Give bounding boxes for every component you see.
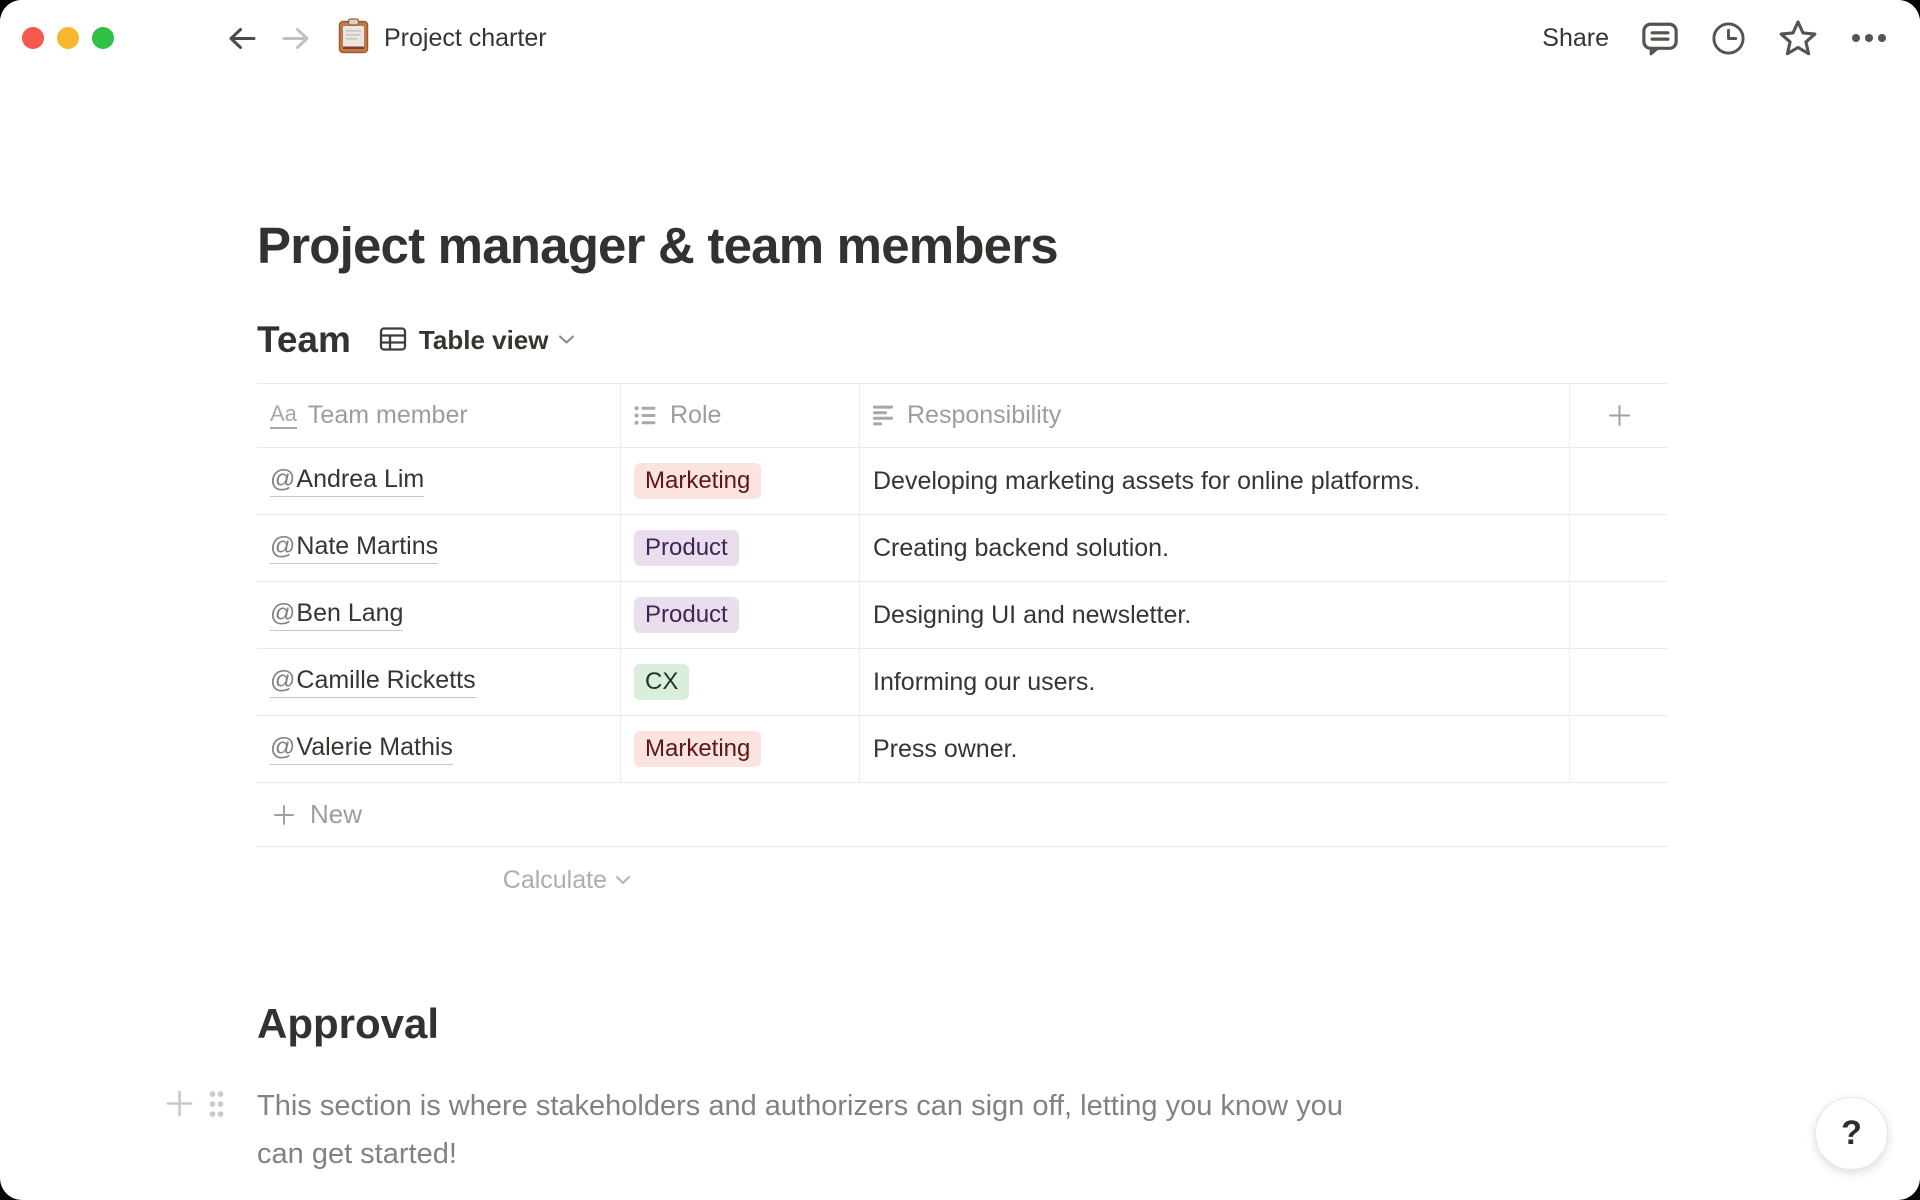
- responsibility-cell[interactable]: Creating backend solution.: [860, 515, 1570, 581]
- responsibility-cell[interactable]: Press owner.: [860, 716, 1570, 782]
- person-mention[interactable]: @ Camille Ricketts: [270, 666, 476, 698]
- forward-arrow-icon[interactable]: [279, 23, 312, 54]
- new-row-button[interactable]: New: [257, 783, 1668, 847]
- member-name: Nate Martins: [296, 532, 439, 560]
- person-mention[interactable]: @ Andrea Lim: [270, 465, 425, 497]
- titlebar-actions: Share: [1542, 19, 1888, 57]
- at-sign: @: [270, 733, 296, 761]
- clipboard-icon: [338, 17, 369, 59]
- approval-paragraph[interactable]: This section is where stakeholders and a…: [257, 1082, 1372, 1178]
- add-column-button[interactable]: [1570, 384, 1668, 447]
- table-row: @ Nate Martins Product Creating backend s…: [257, 515, 1668, 582]
- chevron-down-icon: [558, 333, 575, 348]
- member-name: Valerie Mathis: [296, 733, 453, 761]
- title-property-icon: Aa: [270, 402, 297, 429]
- approval-heading[interactable]: Approval: [257, 1000, 439, 1048]
- favorite-star-icon[interactable]: [1778, 19, 1818, 57]
- table-grid-icon: [379, 326, 407, 355]
- column-label: Responsibility: [907, 401, 1062, 429]
- table-row: @ Andrea Lim Marketing Developing marketi…: [257, 448, 1668, 515]
- column-header-responsibility[interactable]: Responsibility: [860, 384, 1570, 447]
- role-cell[interactable]: Marketing: [621, 448, 860, 514]
- person-mention[interactable]: @ Nate Martins: [270, 532, 439, 564]
- at-sign: @: [270, 532, 296, 560]
- team-member-cell[interactable]: @ Valerie Mathis: [257, 716, 621, 782]
- select-property-icon: [634, 405, 659, 426]
- table-row: @ Ben Lang Product Designing UI and newsl…: [257, 582, 1668, 649]
- member-name: Camille Ricketts: [296, 666, 476, 694]
- plus-icon: [274, 804, 294, 825]
- plus-icon: [1608, 405, 1630, 426]
- help-button[interactable]: ?: [1815, 1097, 1888, 1170]
- empty-cell: [1570, 649, 1668, 715]
- role-tag[interactable]: Marketing: [634, 731, 762, 767]
- empty-cell: [1570, 716, 1668, 782]
- responsibility-cell[interactable]: Designing UI and newsletter.: [860, 582, 1570, 648]
- person-mention[interactable]: @ Valerie Mathis: [270, 733, 453, 765]
- member-name: Ben Lang: [296, 599, 404, 627]
- team-table: Aa Team member Role Responsibility @ And…: [257, 383, 1668, 913]
- empty-cell: [1570, 515, 1668, 581]
- notion-window: Project charter Share Project manager & …: [0, 0, 1920, 1200]
- at-sign: @: [270, 465, 296, 493]
- table-header-row: Aa Team member Role Responsibility: [257, 383, 1668, 448]
- minimize-window-button[interactable]: [57, 27, 79, 49]
- role-tag[interactable]: CX: [634, 664, 690, 700]
- history-clock-icon[interactable]: [1711, 21, 1746, 56]
- responsibility-cell[interactable]: Informing our users.: [860, 649, 1570, 715]
- back-arrow-icon[interactable]: [226, 23, 259, 54]
- text-property-icon: [873, 405, 896, 426]
- titlebar: Project charter Share: [0, 0, 1920, 76]
- table-footer: Calculate: [257, 847, 1668, 913]
- column-header-role[interactable]: Role: [621, 384, 860, 447]
- column-label: Team member: [307, 401, 468, 429]
- drag-handle-icon[interactable]: [208, 1089, 225, 1119]
- empty-cell: [1570, 448, 1668, 514]
- page-title[interactable]: Project manager & team members: [257, 216, 1059, 275]
- person-mention[interactable]: @ Ben Lang: [270, 599, 404, 631]
- at-sign: @: [270, 666, 296, 694]
- team-member-cell[interactable]: @ Nate Martins: [257, 515, 621, 581]
- column-label: Role: [670, 401, 722, 429]
- sidebar-menu-icon[interactable]: [158, 26, 192, 51]
- role-cell[interactable]: Product: [621, 515, 860, 581]
- zoom-window-button[interactable]: [92, 27, 114, 49]
- database-title[interactable]: Team: [257, 319, 351, 361]
- member-name: Andrea Lim: [296, 465, 425, 493]
- close-window-button[interactable]: [22, 27, 44, 49]
- role-cell[interactable]: CX: [621, 649, 860, 715]
- traffic-lights: [22, 27, 114, 49]
- role-cell[interactable]: Marketing: [621, 716, 860, 782]
- responsibility-cell[interactable]: Developing marketing assets for online p…: [860, 448, 1570, 514]
- database-header: Team Table view: [257, 318, 575, 362]
- breadcrumb-page-title[interactable]: Project charter: [384, 24, 547, 53]
- block-gutter: [164, 1088, 225, 1119]
- calculate-label: Calculate: [502, 865, 607, 894]
- role-cell[interactable]: Product: [621, 582, 860, 648]
- at-sign: @: [270, 599, 296, 627]
- calculate-button[interactable]: Calculate: [257, 847, 631, 913]
- table-row: @ Camille Ricketts CX Informing our users…: [257, 649, 1668, 716]
- team-member-cell[interactable]: @ Camille Ricketts: [257, 649, 621, 715]
- comments-icon[interactable]: [1641, 21, 1679, 56]
- share-button[interactable]: Share: [1542, 24, 1609, 53]
- role-tag[interactable]: Product: [634, 597, 739, 633]
- more-options-icon[interactable]: [1850, 32, 1888, 44]
- team-member-cell[interactable]: @ Andrea Lim: [257, 448, 621, 514]
- team-member-cell[interactable]: @ Ben Lang: [257, 582, 621, 648]
- add-block-plus-icon[interactable]: [164, 1088, 195, 1119]
- view-label: Table view: [418, 324, 549, 355]
- table-view-button[interactable]: Table view: [379, 325, 575, 356]
- new-row-label: New: [310, 799, 363, 829]
- chevron-down-icon: [616, 876, 630, 884]
- table-row: @ Valerie Mathis Marketing Press owner.: [257, 716, 1668, 783]
- role-tag[interactable]: Product: [634, 530, 739, 566]
- column-header-team-member[interactable]: Aa Team member: [257, 384, 621, 447]
- empty-cell: [1570, 582, 1668, 648]
- role-tag[interactable]: Marketing: [634, 463, 762, 499]
